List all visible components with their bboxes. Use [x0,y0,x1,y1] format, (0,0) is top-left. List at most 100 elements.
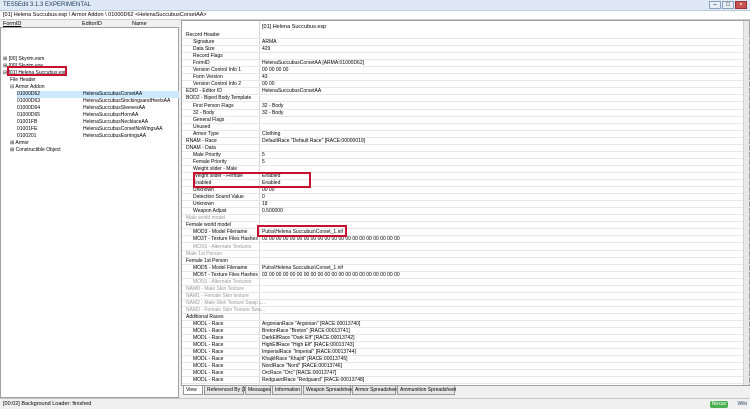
tab-view[interactable]: View [183,386,203,395]
minimize-icon[interactable]: – [709,1,721,9]
record-row[interactable]: MOD5 - Model Filename Putra\Helena Succub… [182,265,750,272]
maximize-icon[interactable]: □ [722,1,734,9]
record-field-value[interactable]: 5 [262,159,265,166]
record-row[interactable]: MODL - Race OrcRace "Orc" [RACE:00013747] [182,370,750,378]
record-field-value[interactable]: HighElfRace "High Elf" [RACE:00013743] [262,342,354,349]
record-row[interactable]: Form Version 43 [182,74,750,82]
record-row[interactable]: Unknown 00 00 [182,187,750,195]
record-row[interactable]: Version Control Info 2 00 00 [182,81,750,89]
tab-ammunition-spreadsheet[interactable]: Ammunition Spreadsheet [397,386,456,395]
record-row[interactable]: FormID HelenaSuccubusCorsetAA [ARMA:01000… [182,60,750,68]
tree-item[interactable]: 01000D63 HelenaSuccubusStockingsandHeelsA… [17,98,179,105]
record-row[interactable]: MODL - Race BretonRace "Breton" [RACE:000… [182,328,750,336]
tree-item[interactable]: 01000D65 HelenaSuccubusHornAA [17,112,179,119]
record-row[interactable]: Male 1st Person [182,251,750,258]
nexus-badge[interactable]: Nexus [709,401,728,408]
tab-armor-spreadsheet[interactable]: Armor Spreadsheet [352,386,398,395]
record-row[interactable]: MODL - Race ImperialRace "Imperial" [RACE… [182,349,750,357]
record-row[interactable]: MODL - Race DarkElfRace "Dark Elf" [RACE:… [182,335,750,343]
record-field-value[interactable]: 32 - Body [262,103,283,110]
record-row[interactable]: NAM2 - Male Skin Texture Swap L... [182,300,750,307]
tree-item[interactable]: 01000D64 HelenaSuccubusSleevesAA [17,105,179,112]
record-field-value[interactable]: BretonRace "Breton" [RACE:00013741] [262,328,350,335]
record-row[interactable]: Male world model [182,215,750,223]
record-row[interactable]: BOD2 - Biped Body Template [182,95,750,103]
record-row[interactable]: MODL - Race ArgonianRace "Argonian" [RACE… [182,321,750,329]
record-row[interactable]: Male Priority 5 [182,152,750,159]
record-field-value[interactable]: RedguardRace "Redguard" [RACE:00013748] [262,377,364,384]
tree-item[interactable]: 01000D62 HelenaSuccubusCorsetAA [17,91,179,98]
record-row[interactable]: MODL - Race KhajiitRace "Khajiit" [RACE:0… [182,356,750,364]
record-row[interactable]: MO5S - Alternate Textures [182,279,750,286]
record-row[interactable]: Signature ARMA [182,39,750,47]
record-row[interactable]: Female 1st Person [182,258,750,265]
tab-referenced-by-1[interactable]: Referenced By (1) [204,386,248,395]
record-field-value[interactable]: NordRace "Nord" [RACE:00013746] [262,363,342,370]
record-view[interactable]: [01] Helena Succubus.esp Record Header Si… [181,20,750,387]
record-row[interactable]: NAM1 - Female Skin texture [182,293,750,300]
record-field-value[interactable]: 00 00 [262,187,275,194]
record-field-value[interactable]: DarkElfRace "Dark Elf" [RACE:00013742] [262,335,354,342]
record-row[interactable]: Data Size 429 [182,46,750,54]
record-field-value[interactable]: 429 [262,46,270,53]
record-field-value[interactable]: HelenaSuccubusCorsetAA [262,88,321,95]
record-field-value[interactable]: 5 [262,152,265,159]
record-row[interactable]: General Flags [182,117,750,124]
tab-weapon-spreadsheet[interactable]: Weapon Spreadsheet [303,386,354,395]
tree-item[interactable]: 0100201 HelenaSuccubusEarringsAA [17,133,179,140]
record-field-value[interactable]: Clothing [262,131,280,138]
record-row[interactable]: DNAM - Data [182,145,750,152]
record-field-value[interactable]: 32 - Body [262,110,283,117]
record-row[interactable]: 32 - Body 32 - Body [182,110,750,117]
tree-item[interactable]: ⊟ Armor Addon [10,84,179,91]
record-field-value[interactable]: DefaultRace "Default Race" [RACE:0000001… [262,138,365,145]
record-row[interactable]: Female Priority 5 [182,159,750,166]
record-row[interactable]: MO3S - Alternate Textures [182,244,750,251]
record-row[interactable]: Weapon Adjust 0.500000 [182,208,750,216]
record-row[interactable]: Record Flags [182,53,750,61]
tab-information[interactable]: Information [272,386,302,395]
record-row[interactable]: MODL - Race RedguardRace "Redguard" [RACE… [182,377,750,385]
wiki-link[interactable]: Wiki [738,401,747,407]
record-row[interactable]: RNAM - Race DefaultRace "Default Race" [R… [182,138,750,145]
close-icon[interactable]: × [735,1,747,9]
vertical-scrollbar[interactable] [743,21,749,385]
tree-item[interactable]: 01001FE HelenaSuccubusCorsetNoWingsAA [17,126,179,133]
record-row[interactable]: First Person Flags 32 - Body [182,103,750,110]
tree-item[interactable]: ⊞ Constructible Object [10,147,179,154]
record-row[interactable]: MODL - Race HighElfRace "High Elf" [RACE:… [182,342,750,350]
record-field-value[interactable]: ImperialRace "Imperial" [RACE:00013744] [262,349,356,356]
record-row[interactable]: MODL - Race NordRace "Nord" [RACE:0001374… [182,363,750,371]
record-field-value[interactable]: OrcRace "Orc" [RACE:00013747] [262,370,336,377]
record-field-value[interactable]: KhajiitRace "Khajiit" [RACE:00013745] [262,356,348,363]
record-row[interactable]: Version Control Info 1 00 00 00 00 [182,67,750,75]
record-row[interactable]: Armor Type Clothing [182,131,750,138]
record-row[interactable]: Unknown 18 [182,201,750,209]
tree-item[interactable]: ⊞ Armor [10,140,179,147]
record-field-value[interactable]: 43 [262,74,268,81]
tree-item[interactable]: File Header [10,77,179,84]
record-field-value[interactable]: 00 00 00 00 [262,67,288,74]
record-field-value[interactable]: 00 00 [262,81,275,88]
record-field-value[interactable]: ArgonianRace "Argonian" [RACE:00013740] [262,321,360,328]
tree-item[interactable]: 01001FB HelenaSuccubusNecklaceAA [17,119,179,126]
tab-messages[interactable]: Messages [245,386,271,395]
record-field-value[interactable]: 0.500000 [262,208,283,215]
record-row[interactable]: Record Header [182,32,750,40]
record-field-value[interactable]: HelenaSuccubusCorsetAA [ARMA:01000D62] [262,60,364,67]
record-row[interactable]: Additional Races [182,314,750,322]
record-row[interactable]: MO3T - Texture Files Hashes 02 00 00 00 0… [182,236,750,244]
record-row[interactable]: MO5T - Texture Files Hashes 02 00 00 00 0… [182,272,750,279]
record-row[interactable]: Unused [182,124,750,131]
record-field-value[interactable]: 0 [262,194,265,201]
record-field-value[interactable]: Putra\Helena Succubus\Corset_1.nif [262,265,343,272]
record-row[interactable]: EDID - Editor ID HelenaSuccubusCorsetAA [182,88,750,96]
record-field-value[interactable]: ARMA [262,39,276,46]
record-row[interactable]: Detection Sound Value 0 [182,194,750,202]
record-row[interactable]: NAM3 - Female Skin Texture Swa... [182,307,750,314]
record-field-value[interactable]: 02 00 00 00 00 00 00 00 00 00 00 00 00 0… [262,272,400,279]
navigation-tree[interactable]: ⊞ [00] Skyrim.esm ⊞ [00] Skyrim.exe ⊟ [01]… [0,27,179,398]
record-row[interactable]: NAM0 - Male Skin Texture [182,286,750,293]
tree-item[interactable]: ⊞ [00] Skyrim.esm [3,56,179,63]
record-field-value[interactable]: 02 00 00 00 00 00 00 00 00 00 00 00 00 0… [262,236,400,243]
